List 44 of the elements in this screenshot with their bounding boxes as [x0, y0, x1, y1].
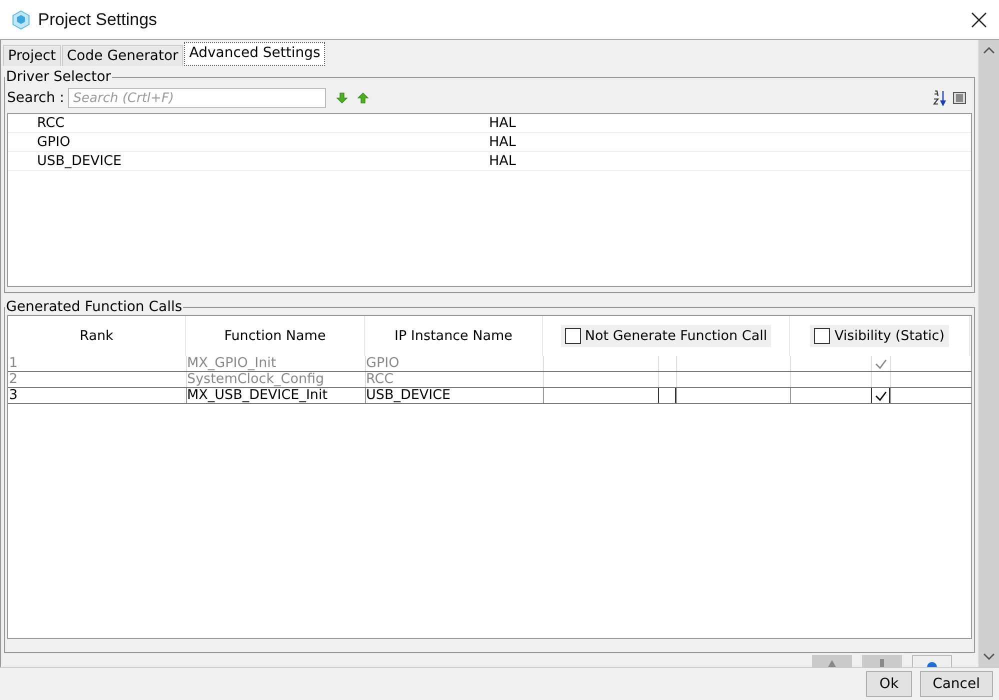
- header-checkbox[interactable]: Visibility (Static): [810, 325, 948, 347]
- table-cell-text: 3: [8, 388, 19, 403]
- table-cell-text: USB_DEVICE: [36, 153, 123, 169]
- table-cell: MX_GPIO_Init: [186, 356, 365, 371]
- table-cell: GPIO: [365, 356, 543, 371]
- section-title: Driver Selector: [5, 69, 112, 85]
- header-checkbox[interactable]: Not Generate Function Call: [560, 325, 772, 347]
- search-field[interactable]: Search (Crtl+F): [68, 88, 326, 108]
- tab[interactable]: Project: [3, 45, 61, 66]
- table-cell: USB_DEVICE: [365, 388, 543, 403]
- table-cell-text: RCC: [36, 115, 66, 131]
- sort-icon[interactable]: [933, 90, 947, 106]
- checkbox[interactable]: [871, 388, 890, 403]
- window-title: Project Settings: [38, 10, 158, 30]
- bar-icon: [880, 659, 884, 667]
- close-icon[interactable]: [971, 12, 987, 28]
- tab[interactable]: Advanced Settings: [184, 42, 326, 66]
- column-header: IP Instance Name: [365, 316, 543, 356]
- list-icon[interactable]: [953, 92, 966, 104]
- reset-button[interactable]: [912, 655, 952, 667]
- table-cell-text: 1: [8, 356, 19, 371]
- column-header: Function Name: [186, 316, 365, 356]
- table-cell: HAL: [489, 134, 516, 150]
- arrow-down-icon[interactable]: [336, 92, 348, 104]
- dialog-button[interactable]: Cancel: [920, 671, 993, 697]
- dialog-button[interactable]: Ok: [866, 671, 912, 697]
- checkbox[interactable]: [658, 388, 676, 403]
- tab[interactable]: Code Generator: [62, 45, 184, 66]
- table-cell: SystemClock_Config: [186, 372, 365, 387]
- table-cell: HAL: [489, 115, 516, 131]
- cube-icon: [10, 8, 32, 30]
- triangle-up-icon: [827, 659, 837, 667]
- arrow-up-icon[interactable]: [357, 92, 370, 104]
- table-cell: RCC: [365, 372, 543, 387]
- table-cell-text: GPIO: [36, 134, 72, 150]
- table-cell-text: 2: [8, 372, 19, 387]
- scroll-up-icon[interactable]: [983, 46, 995, 54]
- column-header: Rank: [8, 316, 186, 356]
- section-title: Generated Function Calls: [5, 299, 184, 315]
- table-cell: MX_USB_DEVICE_Init: [186, 388, 365, 403]
- table-cell: HAL: [489, 153, 516, 169]
- dome-icon: [927, 662, 937, 667]
- scroll-down-icon[interactable]: [983, 653, 995, 661]
- search-label: Search :: [7, 90, 64, 106]
